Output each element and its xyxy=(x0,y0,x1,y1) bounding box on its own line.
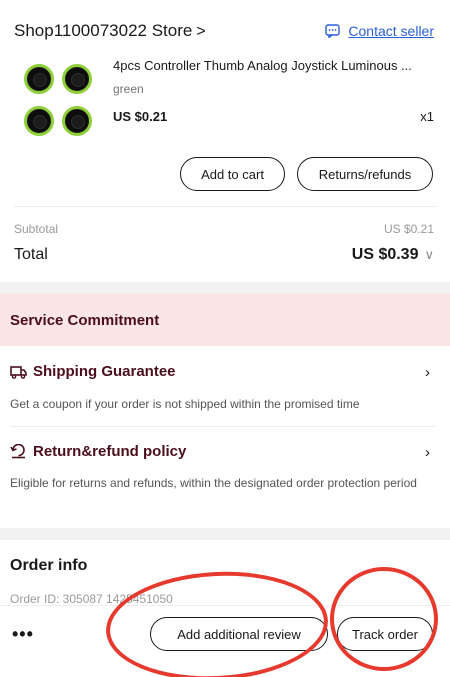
return-icon xyxy=(10,444,25,459)
track-order-button[interactable]: Track order xyxy=(337,617,433,651)
subtotal-value: US $0.21 xyxy=(383,222,434,236)
service-commitment-section: Shipping Guarantee › Get a coupon if you… xyxy=(0,346,450,528)
total-value-toggle[interactable]: US $0.39 ∨ xyxy=(352,246,434,264)
returns-refunds-button[interactable]: Returns/refunds xyxy=(297,157,433,191)
chevron-right-icon[interactable]: › xyxy=(425,444,430,461)
contact-seller-link[interactable]: Contact seller xyxy=(325,23,434,39)
shipping-guarantee-desc: Get a coupon if your order is not shippe… xyxy=(10,397,360,411)
joystick-cap-shape xyxy=(24,64,54,94)
return-refund-desc: Eligible for returns and refunds, within… xyxy=(10,476,417,490)
chevron-right-icon: > xyxy=(196,23,206,40)
joystick-caps-image[interactable] xyxy=(22,62,98,138)
service-commitment-header: Service Commitment xyxy=(0,294,450,346)
order-info-title: Order info xyxy=(10,557,88,574)
shipping-guarantee-item[interactable]: Shipping Guarantee xyxy=(10,363,176,380)
product-quantity: x1 xyxy=(420,109,434,124)
product-title[interactable]: 4pcs Controller Thumb Analog Joystick Lu… xyxy=(113,58,438,73)
joystick-cap-shape xyxy=(62,106,92,136)
return-refund-policy-item[interactable]: Return&refund policy xyxy=(10,443,186,460)
return-refund-title: Return&refund policy xyxy=(33,443,187,460)
product-variant: green xyxy=(113,82,144,96)
store-row: Shop1100073022 Store > Contact seller xyxy=(14,20,434,42)
subtotal-label: Subtotal xyxy=(14,222,59,236)
store-name: Shop1100073022 Store xyxy=(14,21,193,40)
total-row[interactable]: Total US $0.39 ∨ xyxy=(14,246,434,264)
order-item-card: Shop1100073022 Store > Contact seller 4pc… xyxy=(0,0,450,282)
add-additional-review-button[interactable]: Add additional review xyxy=(150,617,328,651)
divider xyxy=(10,426,436,427)
product-price: US $0.21 xyxy=(113,109,168,124)
total-value: US $0.39 xyxy=(351,246,419,263)
total-label: Total xyxy=(14,246,48,263)
chat-icon xyxy=(325,24,341,38)
add-to-cart-button[interactable]: Add to cart xyxy=(180,157,285,191)
divider xyxy=(14,206,436,207)
joystick-cap-shape xyxy=(62,64,92,94)
subtotal-row: Subtotal US $0.21 xyxy=(14,222,434,236)
more-options-icon[interactable]: ••• xyxy=(12,624,34,645)
shipping-guarantee-title: Shipping Guarantee xyxy=(33,363,176,380)
contact-seller-label: Contact seller xyxy=(348,23,434,39)
truck-icon xyxy=(10,365,27,379)
joystick-cap-shape xyxy=(24,106,54,136)
chevron-down-icon: ∨ xyxy=(424,247,434,262)
chevron-right-icon[interactable]: › xyxy=(425,364,430,381)
product-row[interactable]: 4pcs Controller Thumb Analog Joystick Lu… xyxy=(22,58,434,138)
order-id: Order ID: 305087 1425451050 xyxy=(10,592,173,606)
store-link[interactable]: Shop1100073022 Store > xyxy=(14,21,206,41)
